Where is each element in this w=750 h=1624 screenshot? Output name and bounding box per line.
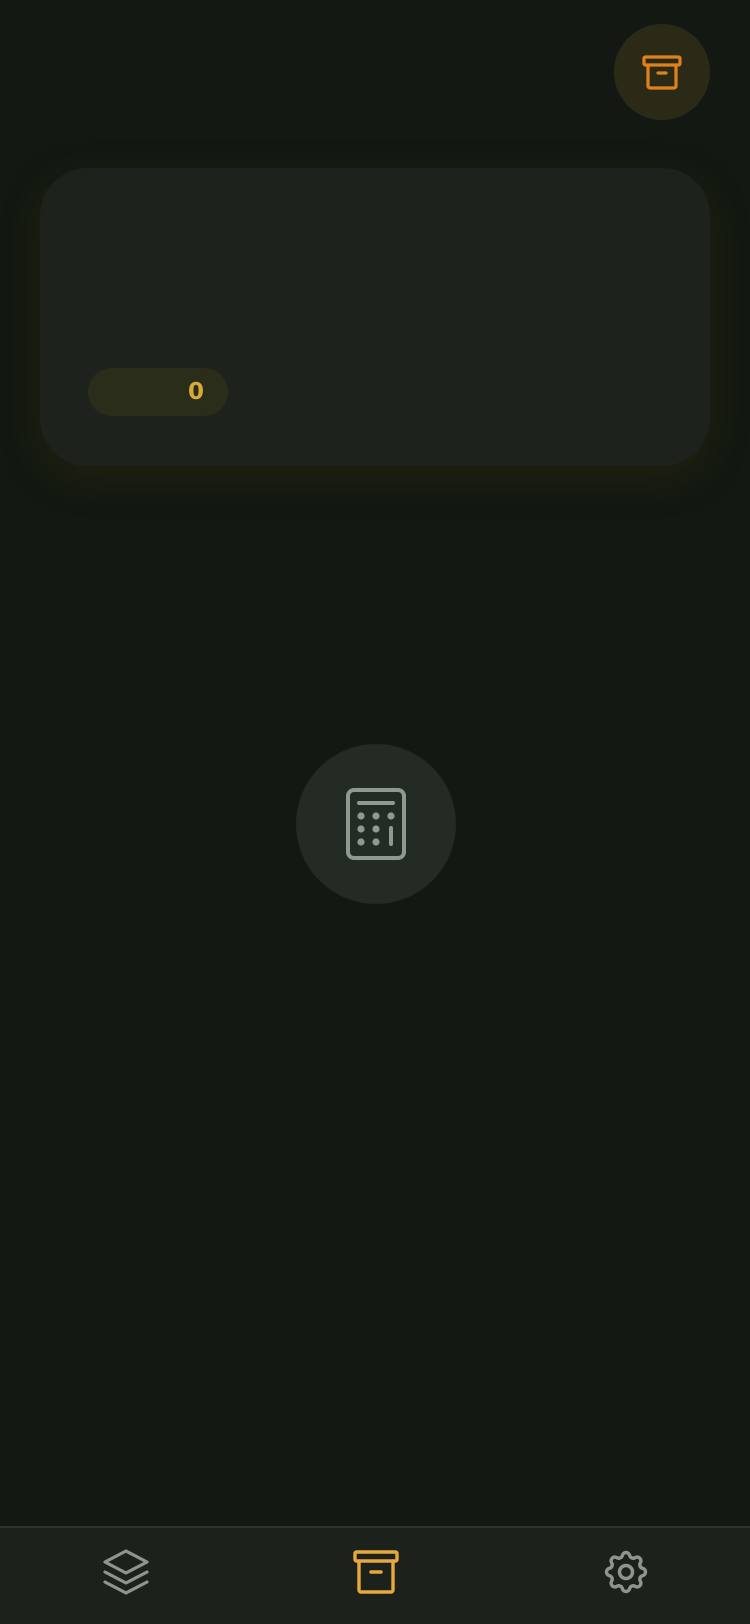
nav-item-settings[interactable] [596, 1542, 656, 1602]
nav-item-archive[interactable] [346, 1542, 406, 1602]
settings-icon [604, 1550, 648, 1594]
summary-card: 0 [40, 168, 710, 466]
archive-button[interactable] [614, 24, 710, 120]
calculator-button[interactable] [296, 744, 456, 904]
calculator-icon [346, 788, 406, 860]
archive-icon [642, 55, 682, 90]
layers-icon [103, 1549, 149, 1595]
bottom-navigation [0, 1526, 750, 1624]
count-badge: 0 [88, 368, 228, 416]
nav-item-layers[interactable] [96, 1542, 156, 1602]
archive-icon [353, 1550, 399, 1594]
